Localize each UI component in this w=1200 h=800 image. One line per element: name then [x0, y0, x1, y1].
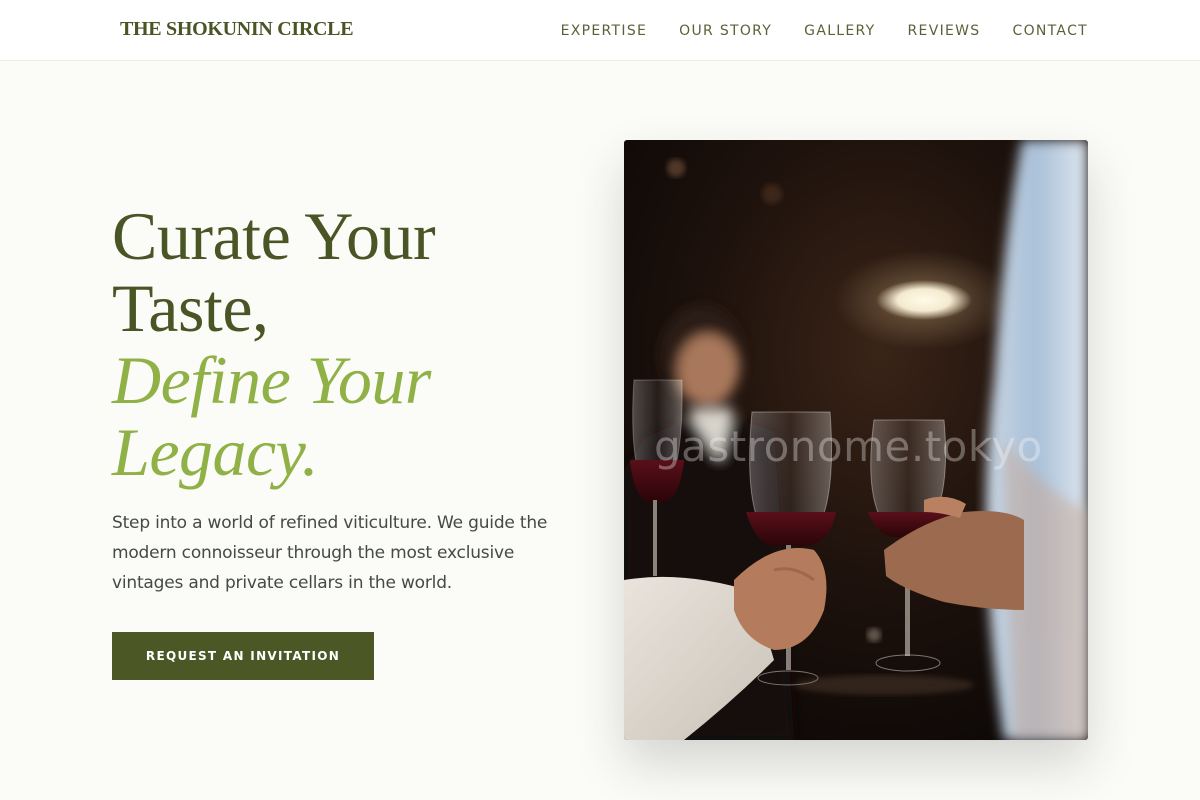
hero-description: Step into a world of refined viticulture… [112, 513, 548, 593]
hero-section: Curate Your Taste, Define Your Legacy. S… [112, 200, 582, 598]
photo-watermark: gastronome.tokyo [654, 422, 1043, 471]
headline-accent-line-1: Define Your [112, 342, 431, 418]
nav-item-our-story: OUR STORY [679, 20, 772, 39]
nav-link-contact[interactable]: CONTACT [1013, 23, 1089, 39]
headline-line-2: Taste, [112, 270, 269, 346]
request-invitation-button[interactable]: REQUEST AN INVITATION [112, 632, 374, 680]
main-nav: EXPERTISE OUR STORY GALLERY REVIEWS CONT… [561, 20, 1088, 39]
nav-link-our-story[interactable]: OUR STORY [679, 23, 772, 39]
headline-accent-line-2: Legacy. [112, 414, 319, 490]
nav-item-reviews: REVIEWS [908, 20, 981, 39]
site-header: THE SHOKUNIN CIRCLE EXPERTISE OUR STORY … [0, 0, 1200, 61]
hero-photo: gastronome.tokyo [624, 140, 1088, 740]
hero-headline: Curate Your Taste, Define Your Legacy. [112, 200, 582, 488]
nav-item-expertise: EXPERTISE [561, 20, 648, 39]
nav-item-contact: CONTACT [1013, 20, 1089, 39]
nav-link-reviews[interactable]: REVIEWS [908, 23, 981, 39]
brand-logo-link[interactable]: THE SHOKUNIN CIRCLE [120, 18, 354, 41]
nav-link-gallery[interactable]: GALLERY [804, 23, 875, 39]
nav-link-expertise[interactable]: EXPERTISE [561, 23, 648, 39]
nav-item-gallery: GALLERY [804, 20, 875, 39]
headline-line-1: Curate Your [112, 198, 436, 274]
